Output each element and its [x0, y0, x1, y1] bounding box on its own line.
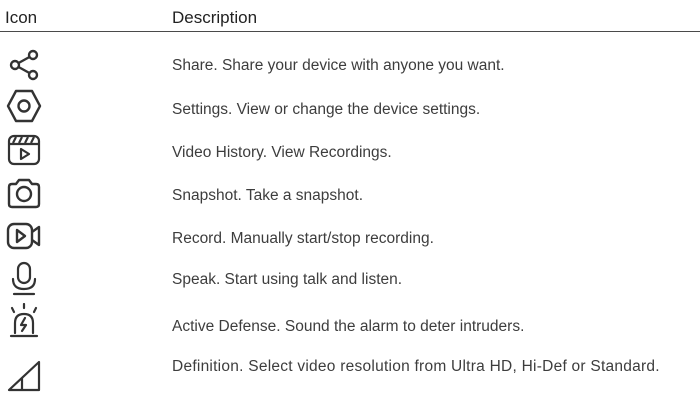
row-description: Share. Share your device with anyone you… [172, 57, 505, 74]
table-row-share: Share. Share your device with anyone you… [0, 45, 700, 85]
row-description: Settings. View or change the device sett… [172, 101, 481, 118]
header-description-column: Description [172, 8, 258, 27]
microphone-icon [6, 261, 42, 297]
row-description: Definition. Select video resolution from… [172, 358, 660, 375]
camera-icon [6, 175, 42, 211]
row-description: Active Defense. Sound the alarm to deter… [172, 318, 525, 335]
share-icon [6, 47, 42, 83]
table-row-settings: Settings. View or change the device sett… [0, 87, 700, 127]
row-description: Video History. View Recordings. [172, 144, 392, 161]
record-icon [6, 218, 42, 254]
row-description: Record. Manually start/stop recording. [172, 230, 434, 247]
table-row-definition: Definition. Select video resolution from… [0, 346, 700, 397]
alarm-icon [6, 303, 42, 339]
table-header: Icon Description [0, 0, 700, 32]
header-icon-column: Icon [5, 8, 38, 27]
settings-icon [6, 88, 42, 124]
row-description: Snapshot. Take a snapshot. [172, 187, 364, 204]
row-description: Speak. Start using talk and listen. [172, 271, 403, 288]
signal-resolution-icon [6, 358, 42, 394]
video-history-icon [6, 132, 42, 168]
table-row-speak: Speak. Start using talk and listen. [0, 259, 700, 299]
table-row-snapshot: Snapshot. Take a snapshot. [0, 173, 700, 213]
table-row-active-defense: Active Defense. Sound the alarm to deter… [0, 302, 700, 342]
table-row-video-history: Video History. View Recordings. [0, 130, 700, 170]
table-row-record: Record. Manually start/stop recording. [0, 216, 700, 256]
